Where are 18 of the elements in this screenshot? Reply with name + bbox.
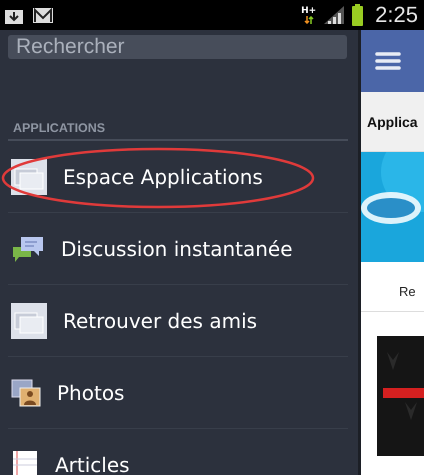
menu-item-label[interactable]: Retrouver des amis (63, 308, 258, 332)
menu-icon[interactable] (375, 51, 401, 71)
tab-label[interactable]: Applica (367, 114, 418, 130)
chat-bubbles-icon (11, 234, 45, 262)
section-heading: APPLICATIONS (8, 121, 348, 141)
photos-icon (11, 378, 41, 406)
battery-icon (352, 4, 364, 26)
signal-icon (324, 6, 344, 24)
app-windows-icon (11, 302, 47, 338)
clock-time: 2:25 (375, 2, 418, 28)
menu-item-label[interactable]: Articles (55, 452, 130, 475)
notes-icon (11, 448, 39, 475)
menu-item-label[interactable]: Discussion instantanée (61, 236, 293, 260)
menu-item-label[interactable]: Photos (57, 380, 124, 404)
data-arrows-icon (304, 16, 314, 24)
mail-icon (32, 6, 54, 24)
search-field[interactable]: Rechercher (8, 35, 347, 59)
network-type: H+ (301, 6, 316, 24)
